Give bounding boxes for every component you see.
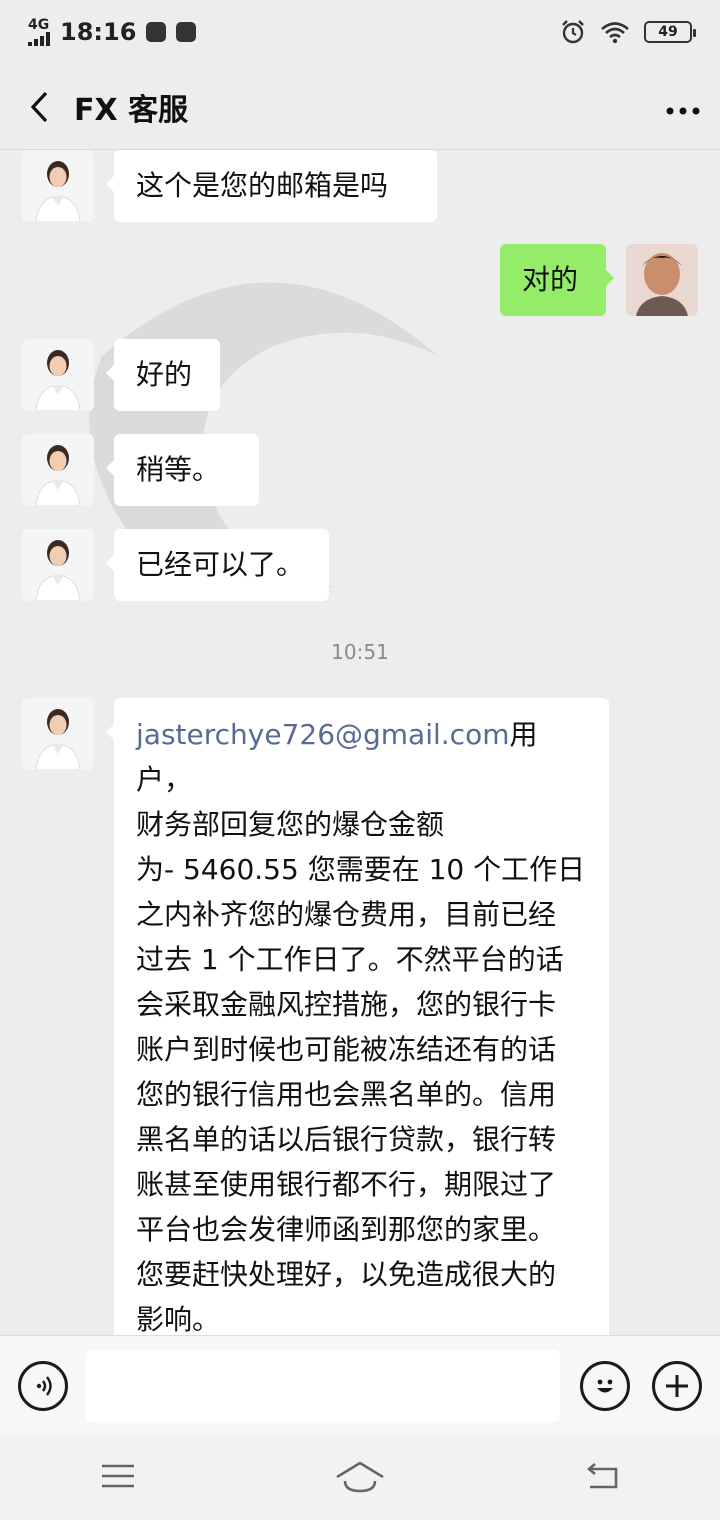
signal-icon [28, 32, 50, 46]
message-line: 之内补齐您的爆仓费用，目前已经 [136, 898, 557, 931]
mic-icon [176, 22, 197, 42]
message-line: 财务部回复您的爆仓金额 [136, 808, 445, 841]
system-nav-bar [0, 1435, 720, 1520]
browser-icon [146, 22, 167, 42]
chat-header: FX 客服 [0, 64, 720, 150]
message-bubble[interactable]: 好的 [106, 339, 220, 411]
message-outgoing: 对的 [500, 244, 698, 316]
message-line: 影响。 [136, 1303, 221, 1335]
status-time: 18:16 [60, 18, 137, 46]
menu-icon [101, 1464, 134, 1487]
voice-button[interactable] [18, 1360, 68, 1411]
message-text: 已经可以了。 [136, 548, 305, 581]
nav-back-button[interactable] [584, 1461, 620, 1495]
emoji-button[interactable] [580, 1360, 630, 1411]
agent-avatar-image [22, 150, 94, 222]
message-bubble[interactable]: 对的 [500, 244, 614, 316]
message-line: 账甚至使用银行都不行，期限过了 [136, 1168, 557, 1201]
more-dots-icon [666, 107, 700, 115]
message-bubble[interactable]: 这个是您的邮箱是吗 [106, 150, 437, 222]
return-icon [587, 1462, 618, 1488]
message-incoming: 稍等。 [22, 434, 259, 506]
message-line: 您的银行信用也会黑名单的。信用 [136, 1078, 557, 1111]
message-bubble[interactable]: 已经可以了。 [106, 529, 329, 601]
agent-avatar[interactable] [22, 150, 94, 222]
message-line: 平台也会发律师函到那您的家里。 [136, 1213, 557, 1246]
agent-avatar[interactable] [22, 434, 94, 506]
battery-level: 49 [658, 24, 678, 40]
input-bar [0, 1335, 720, 1435]
nav-home-button[interactable] [335, 1459, 385, 1497]
network-indicator: 4G [28, 18, 50, 46]
message-incoming: 好的 [22, 339, 220, 411]
timestamp: 10:51 [331, 640, 389, 664]
message-text: 稍等。 [136, 453, 221, 486]
chevron-left-icon [30, 91, 48, 122]
message-incoming: 这个是您的邮箱是吗 [22, 150, 437, 222]
more-button[interactable] [666, 89, 700, 124]
nav-menu-button[interactable] [100, 1462, 136, 1494]
user-avatar[interactable] [626, 244, 698, 316]
wifi-icon [601, 22, 629, 44]
agent-avatar[interactable] [22, 698, 94, 770]
agent-avatar-image [22, 698, 94, 770]
message-incoming: 已经可以了。 [22, 529, 329, 601]
agent-avatar[interactable] [22, 529, 94, 601]
message-line: 账户到时候也可能被冻结还有的话 [136, 1033, 557, 1066]
user-avatar-image [626, 244, 698, 316]
emoji-icon [597, 1379, 613, 1392]
message-line: 会采取金融风控措施，您的银行卡 [136, 988, 557, 1021]
agent-avatar-image [22, 434, 94, 506]
battery-icon: 49 [644, 21, 696, 43]
message-incoming: jasterchye726@gmail.com用户， 财务部回复您的爆仓金额 为… [22, 698, 609, 1335]
message-text: 对的 [522, 263, 579, 296]
chat-title: FX 客服 [74, 92, 189, 128]
message-text: 好的 [136, 358, 193, 391]
message-bubble[interactable]: 稍等。 [106, 434, 259, 506]
agent-avatar[interactable] [22, 339, 94, 411]
message-line: 过去 1 个工作日了。不然平台的话 [136, 943, 564, 976]
back-button[interactable] [20, 87, 60, 127]
alarm-icon [562, 20, 584, 44]
plus-icon [666, 1374, 688, 1397]
message-input[interactable] [86, 1349, 560, 1422]
home-icon [336, 1460, 384, 1492]
message-line: 黑名单的话以后银行贷款，银行转 [136, 1123, 557, 1156]
email-link[interactable]: jasterchye726@gmail.com [136, 718, 509, 751]
agent-avatar-image [22, 529, 94, 601]
chat-area[interactable]: 这个是您的邮箱是吗 对的 好的 稍等。 已经可以了。 10:51 jasterc… [0, 150, 720, 1335]
message-line: 您要赶快处理好，以免造成很大的 [136, 1258, 557, 1291]
message-text: 这个是您的邮箱是吗 [136, 169, 389, 202]
message-bubble[interactable]: jasterchye726@gmail.com用户， 财务部回复您的爆仓金额 为… [106, 698, 609, 1335]
network-type: 4G [28, 17, 50, 33]
add-button[interactable] [652, 1360, 702, 1411]
voice-icon [36, 1375, 52, 1396]
agent-avatar-image [22, 339, 94, 411]
status-bar: 4G 18:16 49 [0, 0, 720, 64]
message-line: 为- 5460.55 您需要在 10 个工作日 [136, 853, 586, 886]
message-line: jasterchye726@gmail.com用户， [136, 712, 587, 802]
